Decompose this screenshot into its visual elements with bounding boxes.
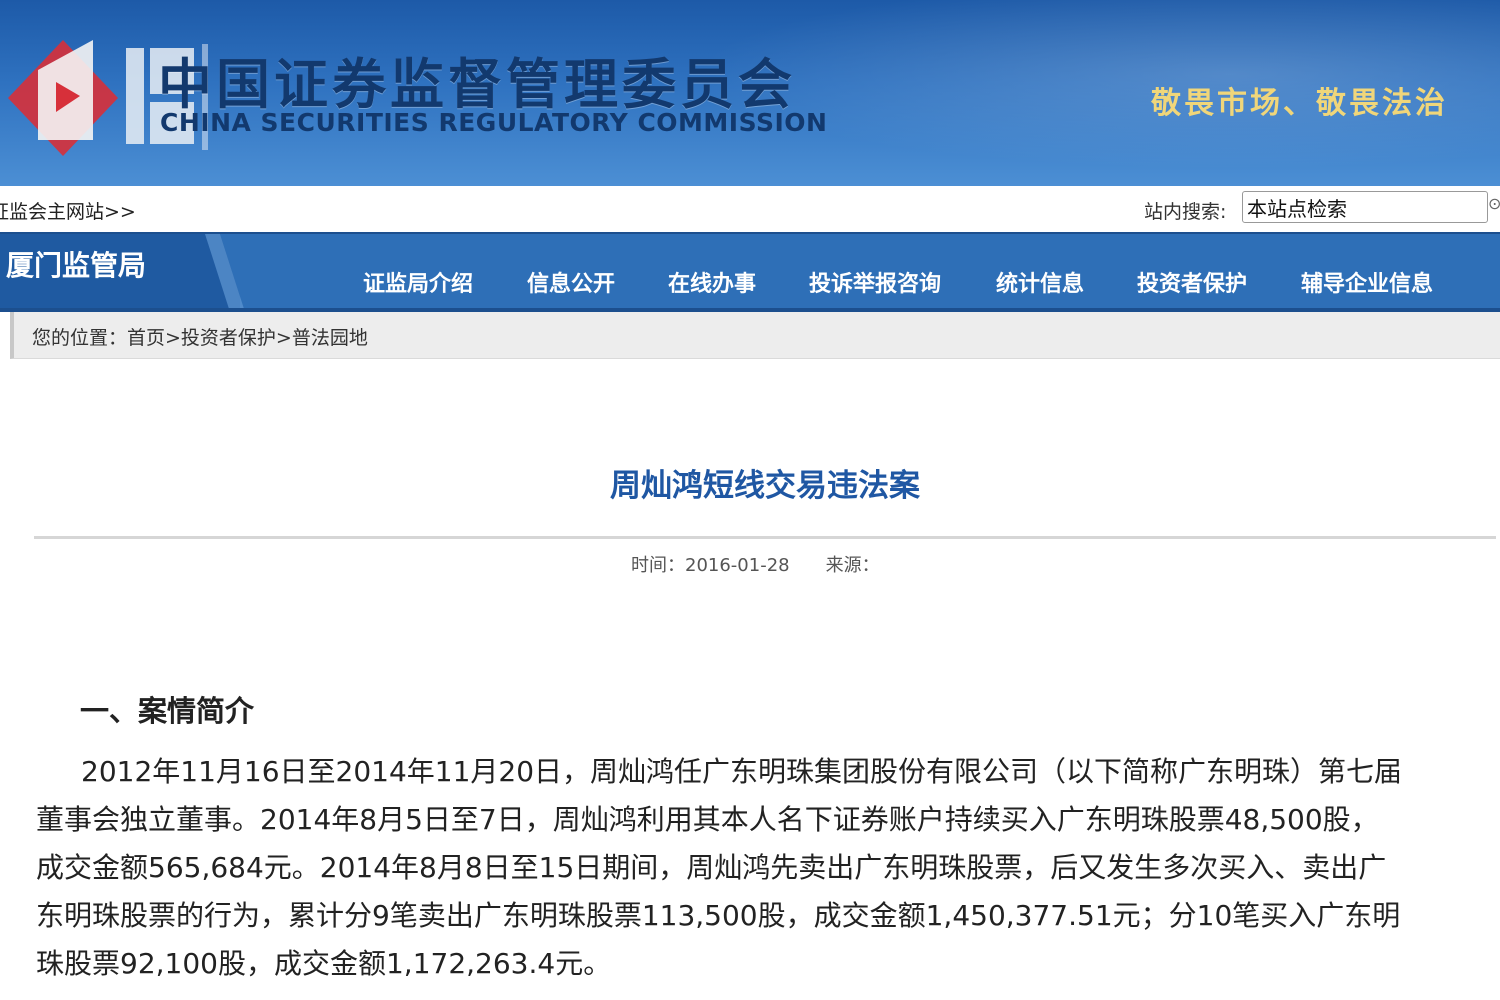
nav-item-enterprise-info[interactable]: 辅导企业信息 <box>1301 266 1433 298</box>
nav-item-online-services[interactable]: 在线办事 <box>668 266 756 298</box>
bureau-name[interactable]: 厦门监管局 <box>6 244 146 284</box>
nav-item-complaints[interactable]: 投诉举报咨询 <box>809 266 941 298</box>
title-divider <box>34 536 1496 539</box>
paragraph-line: 2012年11月16日至2014年11月20日，周灿鸿任广东明珠集团股份有限公司… <box>81 755 1403 788</box>
main-site-link[interactable]: 证监会主网站>> <box>0 197 136 224</box>
nav-item-bureau-intro[interactable]: 证监局介绍 <box>363 266 473 298</box>
header-banner: 中国证券监督管理委员会 CHINA SECURITIES REGULATORY … <box>0 0 1500 186</box>
paragraph-line: 东明珠股票的行为，累计分9笔卖出广东明珠股票113,500股，成交金额1,450… <box>36 899 1401 932</box>
search-button[interactable]: ⊙ <box>1488 194 1500 220</box>
section-heading: 一、案情简介 <box>80 694 255 728</box>
nav-item-investor-protection[interactable]: 投资者保护 <box>1137 266 1247 298</box>
publish-time: 时间：2016-01-28 <box>631 555 790 576</box>
nav-item-info-disclosure[interactable]: 信息公开 <box>527 266 615 298</box>
breadcrumb-bar: 您的位置：首页>投资者保护>普法园地 <box>10 312 1500 359</box>
paragraph-line: 董事会独立董事。2014年8月5日至7日，周灿鸿利用其本人名下证券账户持续买入广… <box>36 803 1379 836</box>
search-label: 站内搜索: <box>1144 201 1227 223</box>
breadcrumb[interactable]: 您的位置：首页>投资者保护>普法园地 <box>32 323 368 350</box>
paragraph-line: 成交金额565,684元。2014年8月8日至15日期间，周灿鸿先卖出广东明珠股… <box>36 851 1387 884</box>
nav-item-statistics[interactable]: 统计信息 <box>996 266 1084 298</box>
article-meta: 时间：2016-01-28 来源： <box>631 551 880 577</box>
article-source: 来源： <box>825 555 880 576</box>
article-paragraph: 2012年11月16日至2014年11月20日，周灿鸿任广东明珠集团股份有限公司… <box>36 748 1486 988</box>
article-title: 周灿鸿短线交易违法案 <box>610 468 920 504</box>
nav-bar: 厦门监管局 证监局介绍 信息公开 在线办事 投诉举报咨询 统计信息 投资者保护 … <box>0 232 1500 312</box>
slogan: 敬畏市场、敬畏法治 <box>1151 86 1448 121</box>
paragraph-line: 珠股票92,100股，成交金额1,172,263.4元。 <box>36 947 612 980</box>
site-title-en: CHINA SECURITIES REGULATORY COMMISSION <box>160 108 828 137</box>
search-input[interactable] <box>1242 191 1488 223</box>
